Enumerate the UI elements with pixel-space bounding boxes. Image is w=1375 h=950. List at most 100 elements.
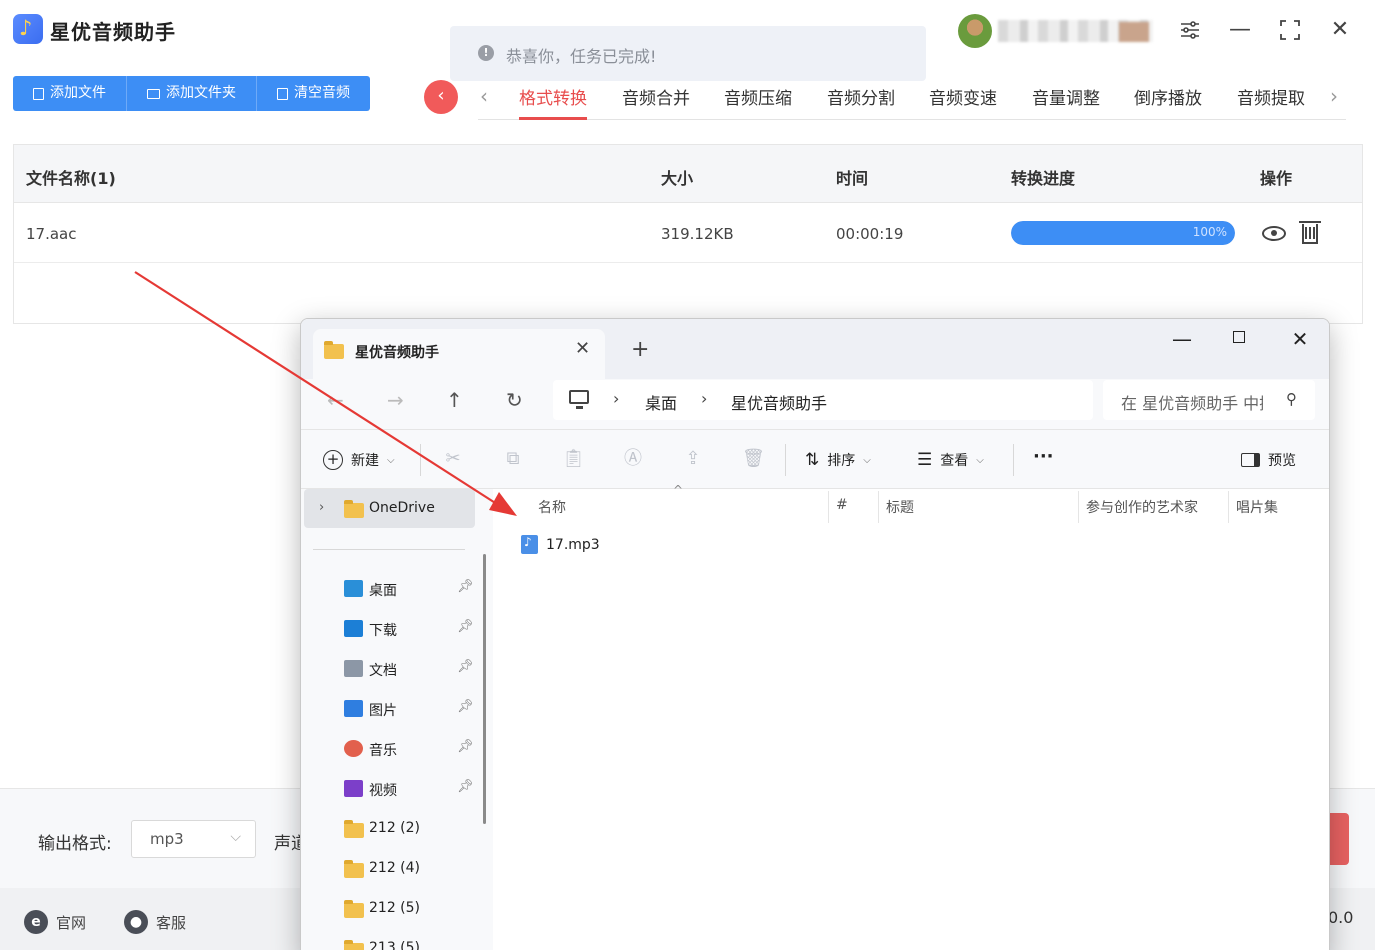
chevron-down-icon: ⌵ (230, 829, 241, 845)
table-row[interactable]: 17.aac 319.12KB 00:00:19 100% (14, 203, 1362, 263)
nav-item-onedrive[interactable]: › OneDrive (301, 489, 493, 529)
nav-item-folder[interactable]: 213 (5) (301, 929, 493, 950)
view-button[interactable]: ☰ 查看 ⌵ (917, 450, 984, 470)
paste-icon[interactable]: 📋︎ (562, 448, 585, 470)
tab-format-convert[interactable]: 格式转换 (519, 84, 587, 120)
column-name[interactable]: 名称 (538, 497, 566, 517)
explorer-tab[interactable]: 星优音频助手 ✕ (313, 329, 605, 379)
explorer-close-icon[interactable]: ✕ (1285, 327, 1315, 351)
user-avatar[interactable] (958, 14, 992, 48)
add-file-button[interactable]: 添加文件 (13, 76, 127, 111)
column-title[interactable]: 标题 (886, 497, 914, 517)
new-label: 新建 (351, 453, 379, 469)
music-icon (344, 740, 363, 757)
preview-eye-icon[interactable] (1259, 219, 1287, 247)
nav-item-documents[interactable]: 文档 📌︎ (301, 649, 493, 689)
list-item[interactable]: 17.mp3 (521, 535, 600, 554)
explorer-search-input[interactable]: 在 星优音频助手 中搜索 ⚲ (1103, 380, 1315, 420)
breadcrumb-folder[interactable]: 星优音频助手 (731, 390, 827, 414)
tabs-prev-icon[interactable]: ‹ (480, 84, 488, 108)
column-track-number[interactable]: # (836, 497, 848, 513)
tabs-next-icon[interactable]: › (1330, 84, 1338, 108)
pin-icon: 📌︎ (457, 659, 474, 674)
website-label: 官网 (56, 913, 87, 932)
output-format-label: 输出格式: (38, 834, 112, 854)
refresh-icon[interactable]: ↻ (506, 388, 523, 412)
chevron-right-icon: › (701, 389, 708, 408)
more-options-button[interactable]: ··· (1033, 446, 1054, 467)
nav-label: 下载 (369, 623, 397, 639)
delete-icon[interactable]: 🗑︎ (742, 448, 765, 470)
copy-icon[interactable]: ⧉ (502, 448, 524, 470)
trash-icon (277, 87, 288, 100)
computer-icon (569, 390, 589, 409)
nav-item-videos[interactable]: 视频 📌︎ (301, 769, 493, 809)
output-format-select[interactable]: mp3 ⌵ (131, 820, 256, 858)
file-table: 文件名称(1) 大小 时间 转换进度 操作 17.aac 319.12KB 00… (13, 144, 1363, 324)
command-divider (785, 444, 786, 476)
tab-audio-compress[interactable]: 音频压缩 (724, 84, 792, 120)
settings-icon[interactable] (1176, 16, 1204, 44)
cut-icon[interactable]: ✂ (442, 448, 464, 470)
header-action: 操作 (1260, 169, 1293, 188)
search-icon: ⚲ (1286, 390, 1297, 408)
preview-pane-icon (1241, 453, 1260, 467)
close-icon[interactable]: ✕ (1326, 16, 1354, 44)
explorer-maximize-icon[interactable] (1233, 331, 1245, 343)
row-time: 00:00:19 (836, 225, 904, 243)
nav-item-music[interactable]: 音乐 📌︎ (301, 729, 493, 769)
tab-audio-extract[interactable]: 音频提取 (1237, 84, 1305, 120)
explorer-minimize-icon[interactable]: — (1167, 327, 1197, 351)
preview-pane-button[interactable]: 预览 (1241, 450, 1296, 470)
chevron-down-icon: ⌵ (387, 454, 395, 466)
tab-audio-split[interactable]: 音频分割 (827, 84, 895, 120)
file-explorer-window: 星优音频助手 ✕ + — ✕ ← → ↑ ↻ › 桌面 › 星优音频助手 在 星… (300, 318, 1330, 950)
nav-item-folder[interactable]: 212 (2) (301, 809, 493, 849)
column-artist[interactable]: 参与创作的艺术家 (1086, 497, 1198, 517)
delete-trash-icon[interactable] (1296, 219, 1324, 247)
breadcrumb[interactable]: › 桌面 › 星优音频助手 (553, 380, 1093, 420)
row-size: 319.12KB (661, 225, 734, 243)
header-time: 时间 (836, 169, 869, 188)
nav-divider (313, 549, 465, 550)
share-icon[interactable]: ⇪ (682, 448, 704, 470)
column-album[interactable]: 唱片集 (1236, 497, 1278, 517)
tab-audio-merge[interactable]: 音频合并 (622, 84, 690, 120)
website-link[interactable]: e 官网 (24, 910, 86, 934)
nav-item-downloads[interactable]: 下载 📌︎ (301, 609, 493, 649)
explorer-titlebar: 星优音频助手 ✕ + — ✕ (301, 319, 1329, 379)
add-file-label: 添加文件 (50, 85, 106, 101)
fullscreen-icon[interactable] (1276, 16, 1304, 44)
tab-volume-adjust[interactable]: 音量调整 (1032, 84, 1100, 120)
clear-audio-button[interactable]: 清空音频 (257, 76, 370, 111)
sort-button[interactable]: ⇅ 排序 ⌵ (805, 450, 871, 470)
tab-audio-speed[interactable]: 音频变速 (929, 84, 997, 120)
up-arrow-icon[interactable]: ↑ (446, 388, 463, 412)
nav-item-folder[interactable]: 212 (4) (301, 849, 493, 889)
user-name-blurred[interactable] (998, 20, 1153, 42)
nav-item-folder[interactable]: 212 (5) (301, 889, 493, 929)
new-tab-icon[interactable]: + (631, 337, 649, 362)
search-placeholder: 在 星优音频助手 中搜索 (1121, 394, 1263, 413)
add-folder-button[interactable]: 添加文件夹 (127, 76, 257, 111)
column-divider (878, 491, 879, 523)
new-button[interactable]: + 新建 ⌵ (323, 450, 395, 470)
nav-item-desktop[interactable]: 桌面 📌︎ (301, 569, 493, 609)
explorer-file-list: ^ 名称 # 标题 参与创作的艺术家 唱片集 17.mp3 (497, 483, 1329, 950)
rename-icon[interactable]: Ⓐ (622, 448, 644, 470)
nav-item-pictures[interactable]: 图片 📌︎ (301, 689, 493, 729)
breadcrumb-desktop[interactable]: 桌面 (645, 390, 677, 414)
plus-circle-icon: + (323, 450, 343, 470)
forward-arrow-icon[interactable]: → (387, 388, 404, 412)
explorer-address-bar: ← → ↑ ↻ › 桌面 › 星优音频助手 在 星优音频助手 中搜索 ⚲ (301, 379, 1329, 429)
nav-scrollbar[interactable] (483, 554, 486, 824)
support-link[interactable]: ● 客服 (124, 910, 186, 934)
preview-label: 预览 (1268, 453, 1296, 469)
collapse-left-icon[interactable]: ‹ (424, 80, 458, 114)
support-label: 客服 (156, 913, 187, 932)
back-arrow-icon[interactable]: ← (327, 388, 344, 412)
tab-close-icon[interactable]: ✕ (575, 338, 590, 359)
minimize-icon[interactable]: — (1226, 16, 1254, 44)
row-filename: 17.aac (26, 225, 77, 243)
tab-reverse-play[interactable]: 倒序播放 (1134, 84, 1202, 120)
